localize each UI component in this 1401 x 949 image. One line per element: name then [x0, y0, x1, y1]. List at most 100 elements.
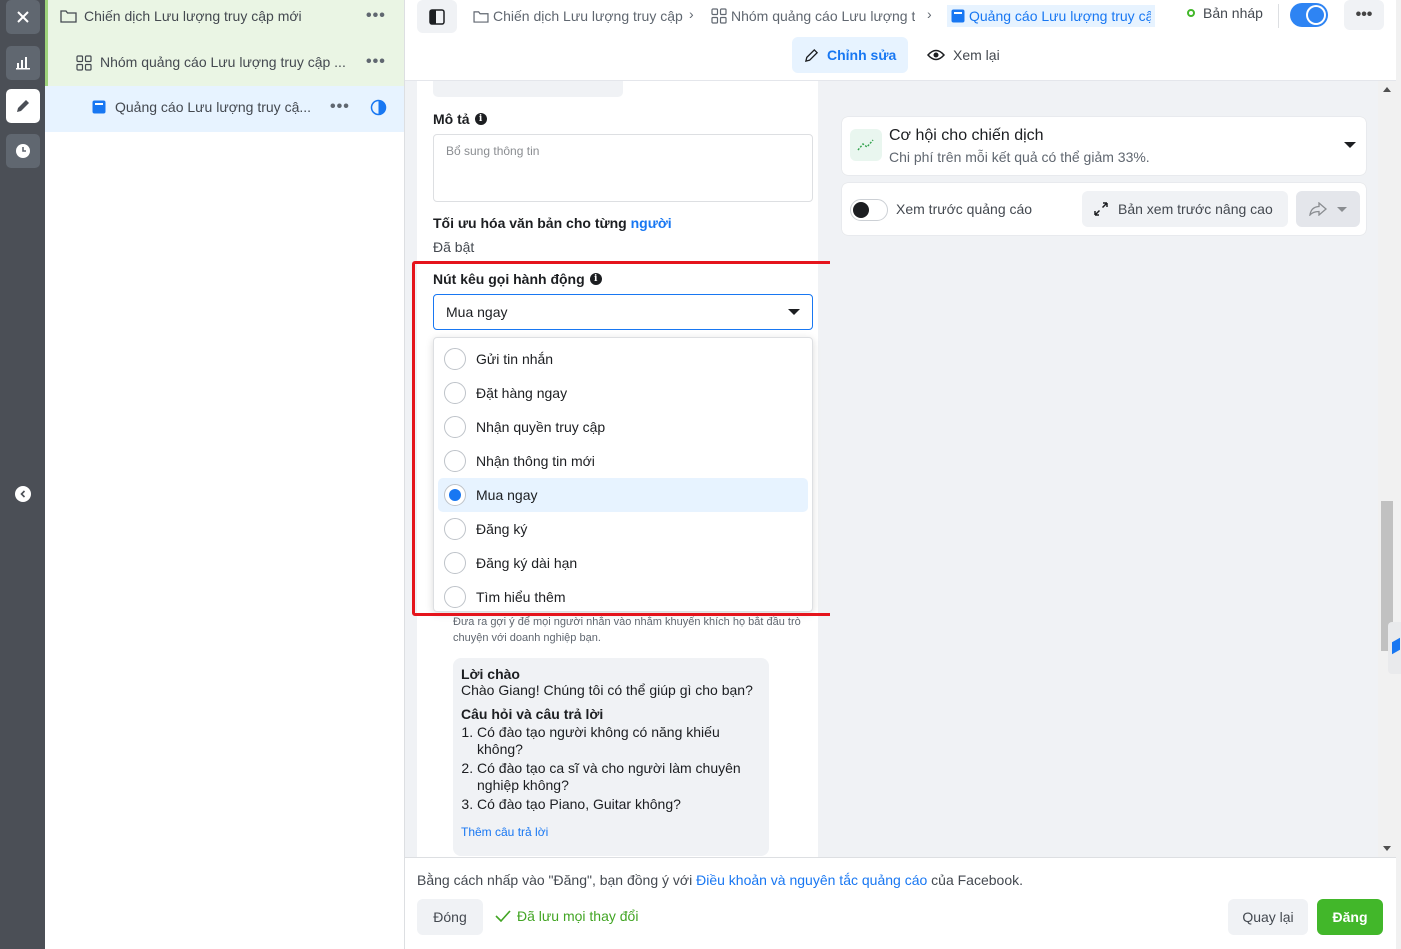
saved-status-label: Đã lưu mọi thay đổi: [517, 908, 639, 924]
radio-button[interactable]: [444, 586, 466, 608]
tree-item-adset[interactable]: Nhóm quảng cáo Lưu lượng truy cập ... ••…: [45, 40, 404, 86]
radio-button[interactable]: [444, 518, 466, 540]
close-button[interactable]: [6, 0, 40, 34]
description-field[interactable]: Bổ sung thông tin: [433, 134, 813, 202]
opportunity-card[interactable]: Cơ hội cho chiến dịch Chi phí trên mỗi k…: [842, 117, 1366, 175]
reports-button[interactable]: [6, 46, 40, 80]
cta-option[interactable]: Tìm hiểu thêm: [438, 580, 808, 614]
cta-selected-value: Mua ngay: [446, 304, 508, 320]
top-bar: Chiến dịch Lưu lượng truy cập › Nhóm quả…: [405, 0, 1396, 81]
breadcrumb-campaign[interactable]: Chiến dịch Lưu lượng truy cập: [473, 5, 683, 27]
cta-option[interactable]: Nhận quyền truy cập: [438, 410, 808, 444]
optimize-label-link[interactable]: người: [631, 215, 672, 231]
side-widget-tab[interactable]: [1388, 622, 1401, 674]
question-item: Có đào tạo ca sĩ và cho người làm chuyên…: [477, 760, 761, 794]
more-options-button[interactable]: •••: [1344, 0, 1384, 30]
tree-adset-label: Nhóm quảng cáo Lưu lượng truy cập ...: [100, 54, 346, 70]
tab-edit[interactable]: Chỉnh sửa: [792, 37, 909, 73]
chevron-left-icon: [19, 490, 27, 498]
radio-button[interactable]: [444, 382, 466, 404]
description-label-text: Mô tả: [433, 111, 470, 127]
half-circle-status-icon: [370, 99, 387, 116]
radio-button[interactable]: [444, 552, 466, 574]
add-headline-option-button[interactable]: [433, 81, 623, 97]
cta-option-label: Gửi tin nhắn: [476, 351, 554, 367]
left-rail: [0, 0, 45, 949]
cta-option-label: Đăng ký: [476, 521, 528, 537]
cta-option-label: Đăng ký dài hạn: [476, 555, 578, 571]
expand-icon: [1094, 202, 1108, 216]
cta-option[interactable]: Đăng ký: [438, 512, 808, 546]
page-scrollbar[interactable]: [1396, 0, 1401, 949]
campaign-tree: Chiến dịch Lưu lượng truy cập mới ••• Nh…: [45, 0, 405, 949]
breadcrumb-adset[interactable]: Nhóm quảng cáo Lưu lượng t: [711, 5, 919, 27]
greeting-preview: Lời chào Chào Giang! Chúng tôi có thể gi…: [453, 658, 769, 856]
scroll-down-icon[interactable]: [1383, 846, 1391, 851]
cta-dropdown-list: Gửi tin nhắn Đặt hàng ngay Nhận quyền tr…: [433, 337, 813, 612]
form-card: Mô tả i Bổ sung thông tin Tối ưu hóa văn…: [417, 81, 818, 381]
cta-option[interactable]: Đặt hàng ngay: [438, 376, 808, 410]
cta-option-label: Mua ngay: [476, 487, 538, 503]
close-button[interactable]: Đóng: [417, 899, 483, 935]
cta-option-selected[interactable]: Mua ngay: [438, 478, 808, 512]
close-icon: [16, 10, 30, 24]
adset-grid-icon: [711, 8, 727, 24]
ad-square-icon: [951, 9, 965, 23]
ad-preview-label: Xem trước quảng cáo: [896, 201, 1033, 217]
terms-text: Bằng cách nhấp vào "Đăng", bạn đồng ý vớ…: [417, 872, 1023, 888]
opportunity-title: Cơ hội cho chiến dịch: [889, 127, 1044, 144]
ad-preview-bar: Xem trước quảng cáo Bản xem trước nâng c…: [842, 183, 1366, 235]
back-button[interactable]: Quay lại: [1228, 899, 1308, 935]
terms-prefix: Bằng cách nhấp vào "Đăng", bạn đồng ý vớ…: [417, 872, 697, 888]
cta-option[interactable]: Đăng ký dài hạn: [438, 546, 808, 580]
ad-more-button[interactable]: •••: [330, 98, 350, 116]
trend-icon: [850, 129, 882, 161]
ad-on-off-toggle[interactable]: [1290, 3, 1328, 27]
cta-option[interactable]: Gửi tin nhắn: [438, 342, 808, 376]
advanced-preview-label: Bản xem trước nâng cao: [1118, 201, 1273, 217]
chevron-right-icon: ›: [689, 6, 694, 22]
history-button[interactable]: [6, 134, 40, 168]
tree-item-ad[interactable]: Quảng cáo Lưu lượng truy cậ... •••: [45, 86, 404, 132]
optimize-label-text: Tối ưu hóa văn bản cho từng: [433, 215, 627, 231]
status-label: Bản nháp: [1203, 5, 1263, 21]
radio-button[interactable]: [444, 416, 466, 438]
caret-down-icon[interactable]: [1344, 142, 1356, 148]
cta-option[interactable]: Nhận thông tin mới: [438, 444, 808, 478]
advanced-preview-button[interactable]: Bản xem trước nâng cao: [1082, 191, 1288, 227]
add-answer-link[interactable]: Thêm câu trả lời: [461, 825, 761, 839]
footer: Bằng cách nhấp vào "Đăng", bạn đồng ý vớ…: [405, 857, 1396, 949]
breadcrumb-ad[interactable]: Quảng cáo Lưu lượng truy cậ: [947, 5, 1155, 27]
campaign-more-button[interactable]: •••: [366, 7, 386, 25]
clock-icon: [15, 143, 31, 159]
collapse-button[interactable]: [15, 486, 31, 502]
preview-scrollbar[interactable]: [1378, 81, 1396, 857]
share-arrow-icon: [1309, 202, 1327, 216]
radio-button-checked[interactable]: [444, 484, 466, 506]
info-icon[interactable]: i: [474, 113, 487, 125]
adset-more-button[interactable]: •••: [366, 53, 386, 71]
tab-review[interactable]: Xem lại: [915, 37, 1012, 73]
cta-select[interactable]: Mua ngay: [433, 294, 813, 330]
terms-suffix: của Facebook.: [927, 872, 1023, 888]
share-button[interactable]: [1296, 191, 1360, 227]
toggle-sidebar-button[interactable]: [417, 0, 457, 33]
ad-preview-toggle[interactable]: [850, 199, 888, 221]
scroll-up-icon[interactable]: [1383, 87, 1391, 92]
info-icon[interactable]: i: [589, 273, 602, 285]
terms-link[interactable]: Điều khoản và nguyên tắc quảng cáo: [696, 872, 927, 888]
cta-label-text: Nút kêu gọi hành động: [433, 271, 585, 287]
folder-icon: [60, 9, 77, 23]
edit-mode-button[interactable]: [6, 89, 40, 123]
description-label: Mô tả i: [433, 111, 487, 127]
eye-icon: [927, 49, 945, 61]
publish-button[interactable]: Đăng: [1317, 899, 1383, 935]
radio-button[interactable]: [444, 450, 466, 472]
ad-square-icon: [92, 100, 106, 114]
status-badge: Bản nháp: [1187, 5, 1263, 21]
radio-button[interactable]: [444, 348, 466, 370]
saved-status: Đã lưu mọi thay đổi: [495, 908, 638, 924]
divider: [1278, 4, 1279, 28]
qa-title: Câu hỏi và câu trả lời: [461, 706, 604, 722]
preview-panel: Cơ hội cho chiến dịch Chi phí trên mỗi k…: [830, 81, 1378, 857]
